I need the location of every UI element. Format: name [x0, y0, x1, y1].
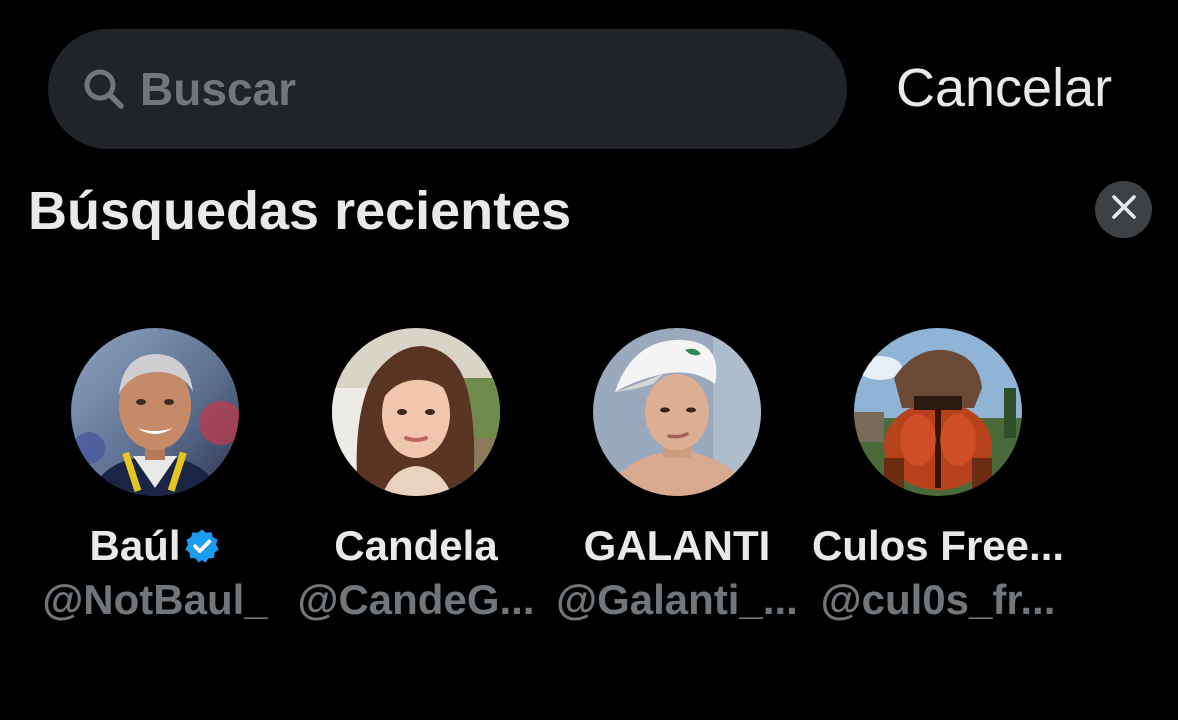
- search-input[interactable]: [140, 62, 700, 116]
- account-name: Candela: [291, 522, 541, 570]
- account-name-text: Culos Free...: [811, 522, 1065, 569]
- avatar: [71, 328, 239, 496]
- account-handle: @Galanti_...: [556, 576, 798, 623]
- close-icon: [1111, 194, 1137, 225]
- account-handle: @cul0s_fr...: [820, 576, 1056, 623]
- account-name-text: Baúl: [89, 522, 181, 569]
- account-handle: @NotBaul_: [42, 576, 268, 623]
- cancel-button[interactable]: Cancelar: [896, 52, 1112, 124]
- avatar: [854, 328, 1022, 496]
- verified-badge-icon: [183, 527, 221, 565]
- avatar: [332, 328, 500, 496]
- search-bar[interactable]: [48, 29, 847, 149]
- recent-search-item[interactable]: Culos Free... @cul0s_fr...: [811, 328, 1065, 628]
- recent-searches-list: Baúl @NotBaul_ Candela @CandeG... GALANT…: [30, 328, 1150, 628]
- recent-search-item[interactable]: Candela @CandeG...: [291, 328, 541, 628]
- recent-search-item[interactable]: Baúl @NotBaul_: [30, 328, 280, 628]
- account-name: Culos Free...: [811, 522, 1065, 570]
- account-name-text: Candela: [334, 522, 498, 569]
- account-name: GALANTI: [552, 522, 802, 570]
- account-handle: @CandeG...: [297, 576, 535, 623]
- account-name-text: GALANTI: [583, 522, 771, 569]
- avatar: [593, 328, 761, 496]
- clear-recent-searches-button[interactable]: [1095, 181, 1152, 238]
- recent-search-item[interactable]: GALANTI @Galanti_...: [552, 328, 802, 628]
- section-title: Búsquedas recientes: [28, 181, 572, 241]
- search-icon: [82, 67, 126, 111]
- account-name: Baúl: [30, 522, 280, 570]
